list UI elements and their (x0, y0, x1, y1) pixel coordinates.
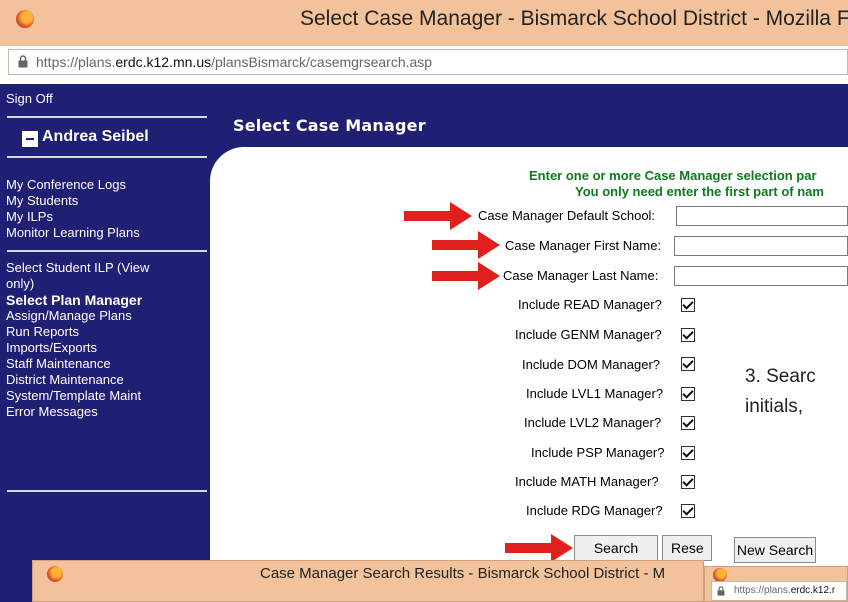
nav-item[interactable]: Run Reports (6, 324, 181, 340)
red-arrow-icon (432, 262, 500, 290)
include-read-label: Include READ Manager? (518, 297, 662, 312)
annotation-text-line-2: initials, (745, 396, 804, 417)
nav-item[interactable]: Assign/Manage Plans (6, 308, 181, 324)
include-lvl1-label: Include LVL1 Manager? (526, 386, 664, 401)
nav-item[interactable]: My ILPs (6, 209, 206, 225)
red-arrow-icon (505, 534, 573, 562)
nav-item[interactable]: Error Messages (6, 404, 181, 420)
nav-group-1: My Conference Logs My Students My ILPs M… (6, 177, 206, 241)
include-psp-checkbox[interactable] (681, 446, 695, 460)
nav-item-select-plan-manager[interactable]: Select Plan Manager (6, 292, 181, 308)
include-read-checkbox[interactable] (681, 298, 695, 312)
sign-off-link[interactable]: Sign Off (6, 91, 53, 106)
include-rdg-checkbox[interactable] (681, 504, 695, 518)
firefox-logo-icon (713, 568, 727, 582)
lock-icon (18, 55, 28, 68)
collapse-icon[interactable] (22, 131, 38, 147)
red-arrow-icon (404, 202, 472, 230)
sidebar-divider (7, 250, 207, 252)
nav-group-2: Select Student ILP (View only) Select Pl… (6, 260, 181, 420)
reset-button[interactable]: Rese (662, 535, 712, 561)
default-school-input[interactable] (676, 206, 848, 226)
include-genm-label: Include GENM Manager? (515, 327, 662, 342)
nav-item[interactable]: District Maintenance (6, 372, 181, 388)
nav-item[interactable]: My Conference Logs (6, 177, 206, 193)
include-lvl2-label: Include LVL2 Manager? (524, 415, 662, 430)
user-name[interactable]: Andrea Seibel (22, 128, 149, 147)
include-genm-checkbox[interactable] (681, 328, 695, 342)
lock-icon (717, 586, 725, 596)
sidebar-divider (7, 490, 207, 492)
nav-item[interactable]: Imports/Exports (6, 340, 181, 356)
last-name-label: Case Manager Last Name: (503, 268, 659, 283)
nav-item[interactable]: System/Template Maint (6, 388, 181, 404)
last-name-input[interactable] (674, 266, 848, 286)
second-popup-address-bar[interactable]: https://plans.erdc.k12.r (711, 581, 847, 601)
instruction-line-1: Enter one or more Case Manager selection… (529, 168, 817, 183)
firefox-logo-icon (47, 566, 63, 582)
nav-item[interactable]: Monitor Learning Plans (6, 225, 206, 241)
first-name-label: Case Manager First Name: (505, 238, 662, 253)
search-results-window[interactable]: Case Manager Search Results - Bismarck S… (32, 560, 704, 602)
include-psp-label: Include PSP Manager? (531, 445, 665, 460)
first-name-input[interactable] (674, 236, 848, 256)
instruction-line-2: You only need enter the first part of na… (575, 184, 824, 199)
search-results-window-title: Case Manager Search Results - Bismarck S… (260, 565, 666, 582)
window-titlebar: Select Case Manager - Bismarck School Di… (0, 0, 848, 46)
annotation-text-line-1: 3. Searc (745, 366, 816, 387)
page-title: Select Case Manager (233, 116, 426, 135)
include-dom-label: Include DOM Manager? (522, 357, 661, 372)
nav-item-select-student[interactable]: Select Student ILP (View only) (6, 260, 181, 292)
red-arrow-icon (432, 231, 500, 259)
include-lvl2-checkbox[interactable] (681, 416, 695, 430)
include-math-checkbox[interactable] (681, 475, 695, 489)
nav-item[interactable]: Staff Maintenance (6, 356, 181, 372)
window-title: Select Case Manager - Bismarck School Di… (300, 7, 848, 30)
include-rdg-label: Include RDG Manager? (526, 503, 663, 518)
sidebar-divider (7, 156, 207, 158)
include-dom-checkbox[interactable] (681, 357, 695, 371)
include-math-label: Include MATH Manager? (515, 474, 659, 489)
address-url: https://plans.erdc.k12.mn.us/plansBismar… (36, 54, 433, 70)
new-search-button[interactable]: New Search (734, 537, 816, 563)
sidebar-divider (7, 116, 207, 118)
firefox-logo-icon (16, 10, 34, 28)
include-lvl1-checkbox[interactable] (681, 387, 695, 401)
address-bar[interactable]: https://plans.erdc.k12.mn.us/plansBismar… (8, 49, 848, 75)
search-button[interactable]: Search (574, 535, 658, 561)
nav-item[interactable]: My Students (6, 193, 206, 209)
default-school-label: Case Manager Default School: (478, 208, 656, 223)
second-popup-window[interactable]: https://plans.erdc.k12.r (704, 566, 848, 602)
